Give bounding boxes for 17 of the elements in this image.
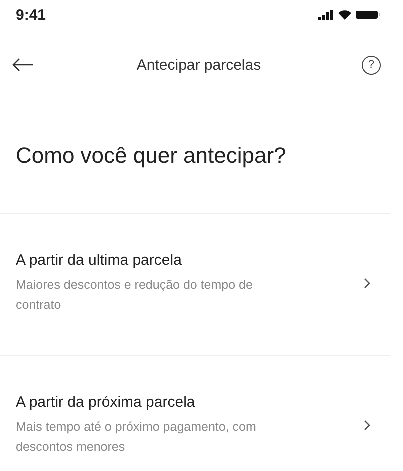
signal-icon (318, 10, 334, 20)
status-time: 9:41 (16, 6, 46, 24)
back-arrow-icon (12, 58, 34, 72)
wifi-icon (338, 10, 352, 20)
option-item[interactable]: A partir da próxima parcela Mais tempo até o próximo pagamento, com descontos menores (0, 356, 403, 457)
chevron-right-icon (364, 278, 371, 289)
back-button[interactable] (10, 56, 36, 74)
page-heading: Como você quer antecipar? (16, 143, 288, 170)
battery-icon (356, 10, 381, 20)
option-title: A partir da ultima parcela (16, 252, 183, 269)
option-description: Maiores descontos e redução do tempo de contrato (16, 277, 254, 314)
help-button[interactable]: ? (362, 56, 381, 74)
option-title: A partir da próxima parcela (16, 394, 196, 411)
option-item[interactable]: A partir da ultima parcela Maiores descontos e redução do tempo de contrato (0, 214, 403, 315)
screen-title: Antecipar parcelas (136, 56, 262, 74)
option-description: Mais tempo até o próximo pagamento, com descontos menores (16, 419, 258, 456)
chevron-right-icon (364, 420, 371, 431)
